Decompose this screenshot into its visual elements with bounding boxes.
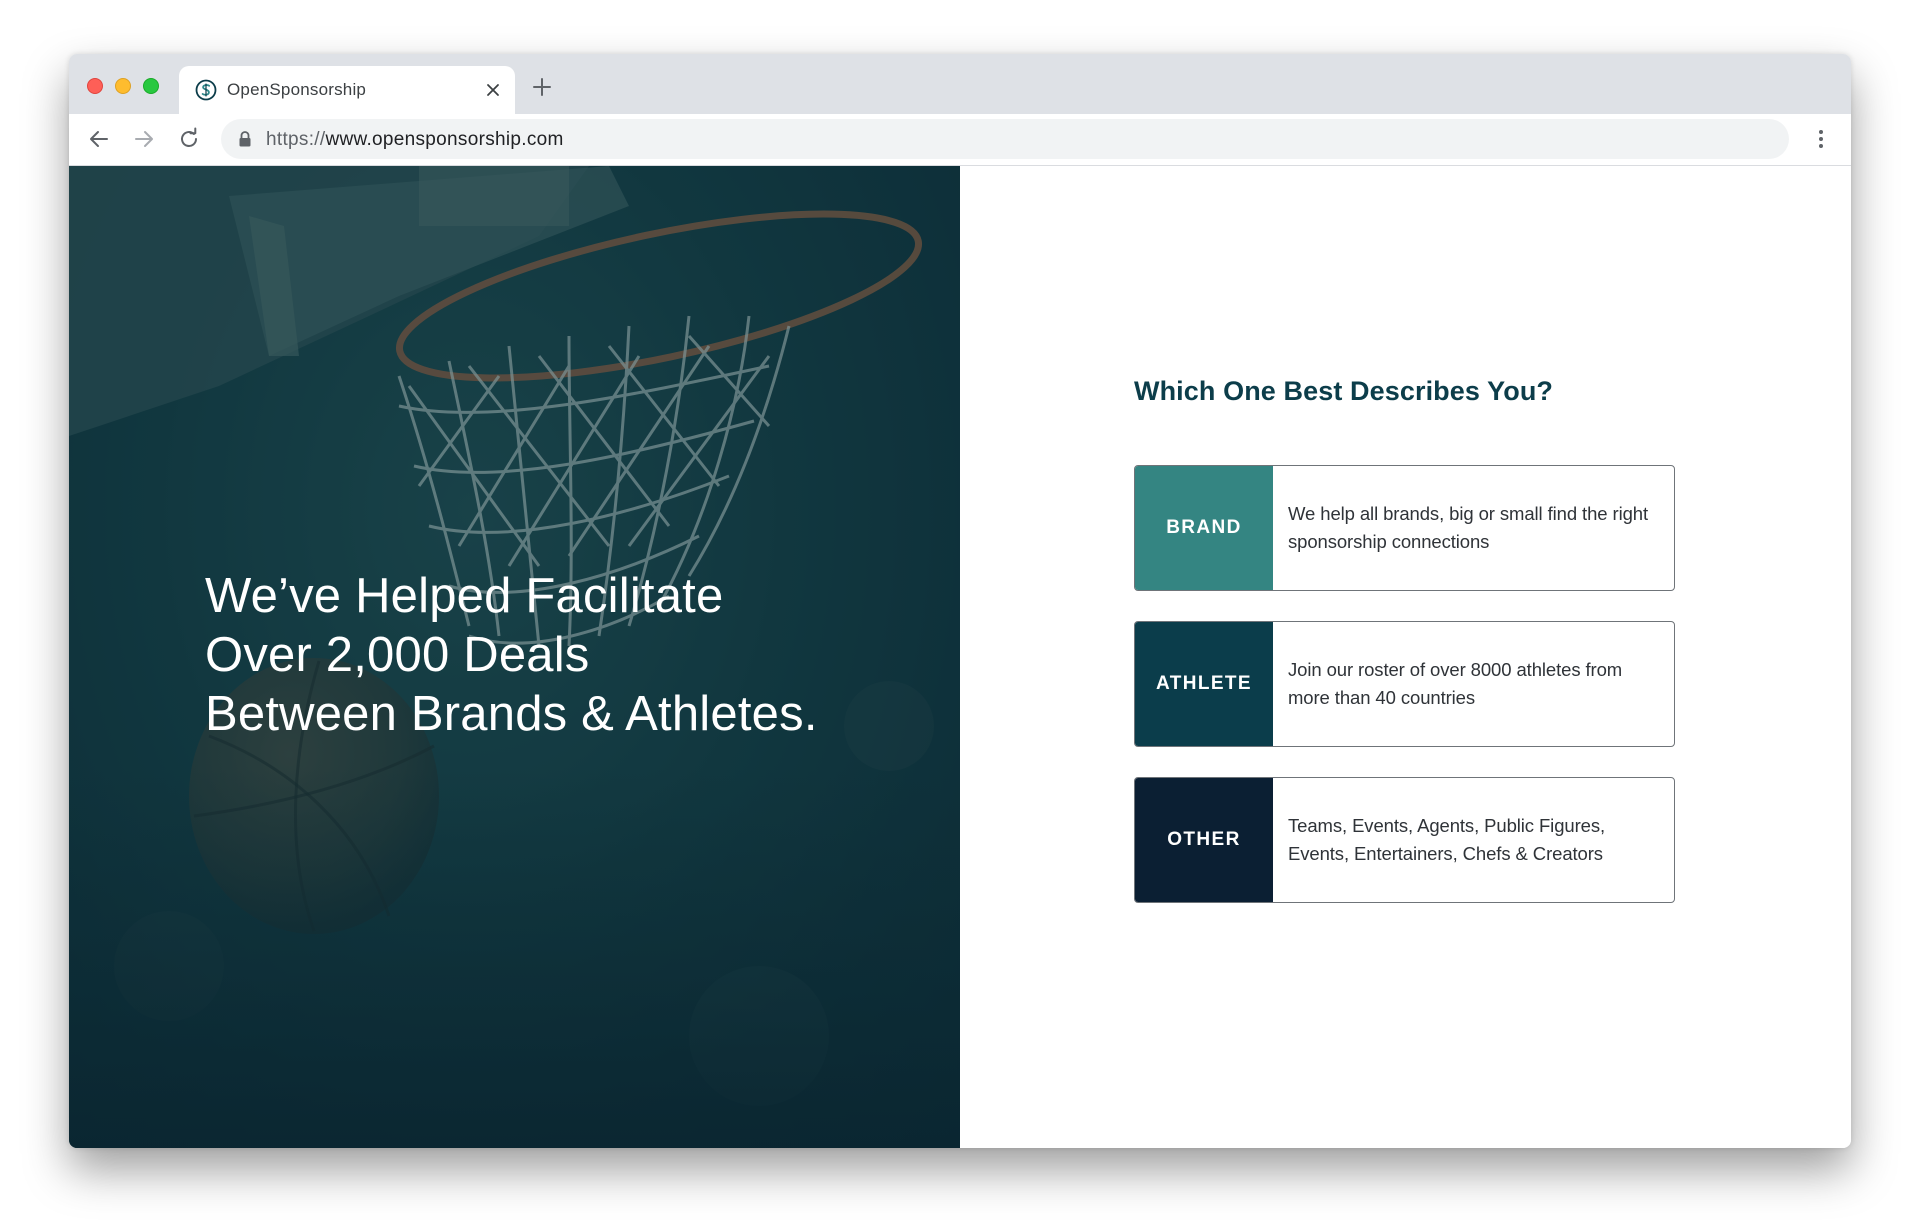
option-description: Teams, Events, Agents, Public Figures, E… <box>1288 815 1606 864</box>
maximize-window-button[interactable] <box>143 78 159 94</box>
headline-line: Over 2,000 Deals <box>205 628 590 682</box>
lock-icon <box>239 131 251 147</box>
hero-panel: We’ve Helped Facilitate Over 2,000 Deals… <box>69 166 960 1148</box>
minimize-window-button[interactable] <box>115 78 131 94</box>
question-heading: Which One Best Describes You? <box>1134 376 1554 406</box>
headline-line: We’ve Helped Facilitate <box>205 569 724 623</box>
option-description: We help all brands, big or small find th… <box>1288 503 1649 552</box>
tab-title: OpenSponsorship <box>227 80 367 99</box>
brand-option-card[interactable]: BRAND We help all brands, big or small f… <box>1134 465 1675 591</box>
headline-line: Between Brands & Athletes. <box>205 687 818 741</box>
page-viewport: We’ve Helped Facilitate Over 2,000 Deals… <box>69 166 1851 1148</box>
browser-toolbar: https://www.opensponsorship.com <box>69 114 1851 166</box>
hero-headline: We’ve Helped Facilitate Over 2,000 Deals… <box>205 567 925 744</box>
option-description: Join our roster of over 8000 athletes fr… <box>1288 659 1623 708</box>
arrow-left-icon[interactable] <box>87 127 111 151</box>
reload-icon[interactable] <box>177 127 201 151</box>
option-label: BRAND <box>1135 466 1273 590</box>
other-option-card[interactable]: OTHER Teams, Events, Agents, Public Figu… <box>1134 777 1675 903</box>
url-scheme: https:// <box>266 129 326 150</box>
option-label: OTHER <box>1135 778 1273 902</box>
kebab-menu-icon[interactable] <box>1809 127 1833 151</box>
arrow-right-icon[interactable] <box>132 127 156 151</box>
plus-icon[interactable] <box>531 76 553 98</box>
browser-window: OpenSponsorship https://www.opensponsors… <box>69 54 1851 1148</box>
url-text[interactable]: https://www.opensponsorship.com <box>266 129 564 151</box>
tab-bar: OpenSponsorship <box>69 54 1851 114</box>
opensponsorship-logo-icon <box>195 79 217 101</box>
close-icon[interactable] <box>483 80 503 100</box>
address-bar[interactable]: https://www.opensponsorship.com <box>221 119 1789 159</box>
option-label: ATHLETE <box>1135 622 1273 746</box>
browser-tab[interactable]: OpenSponsorship <box>179 66 515 114</box>
close-window-button[interactable] <box>87 78 103 94</box>
selection-panel: Which One Best Describes You? BRAND We h… <box>960 166 1851 1148</box>
url-host: www.opensponsorship.com <box>325 129 564 150</box>
athlete-option-card[interactable]: ATHLETE Join our roster of over 8000 ath… <box>1134 621 1675 747</box>
